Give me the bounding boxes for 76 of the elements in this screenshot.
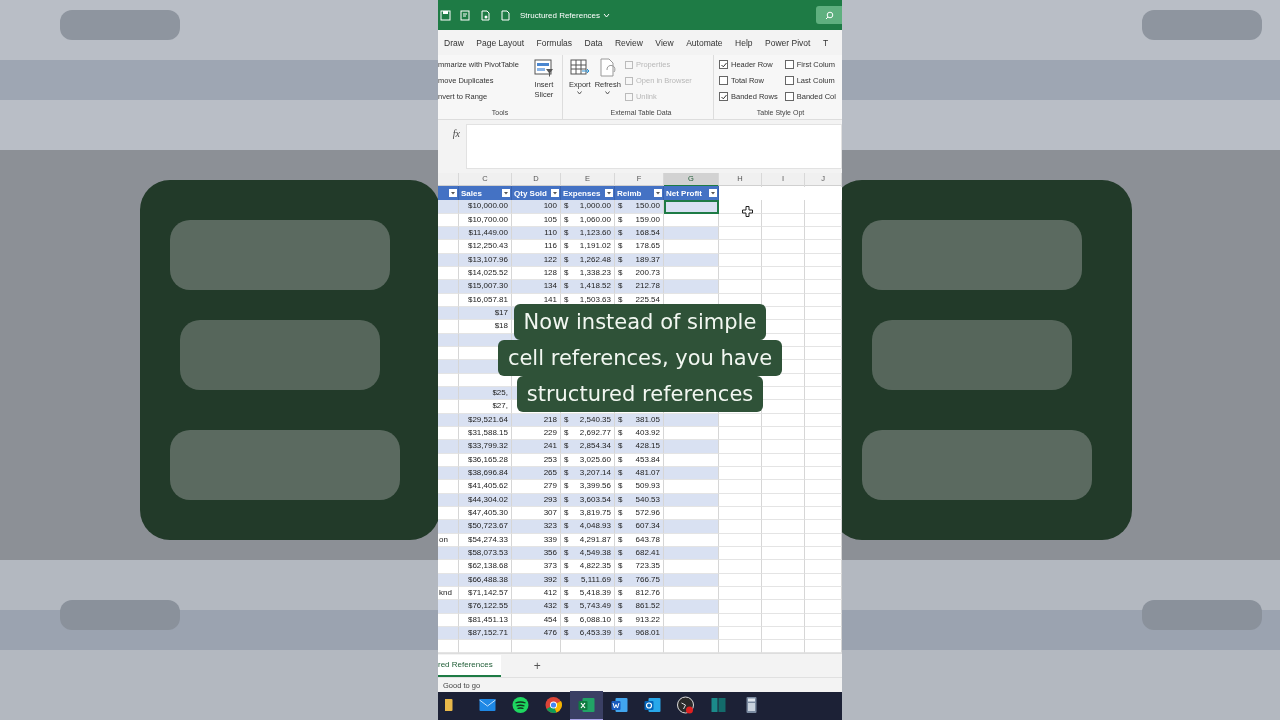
table-cell: $ 212.78 [615, 280, 664, 294]
ribbon-tab[interactable]: Automate [686, 37, 723, 48]
table-cell: 432 [512, 600, 561, 614]
table-cell: $ 3,603.54 [561, 494, 615, 507]
table-header-cell: Reimb [615, 186, 664, 200]
table-cell: 392 [512, 574, 561, 587]
table-cell: $ 189.37 [615, 254, 664, 267]
table-cell: $ 3,207.14 [561, 467, 615, 480]
table-cell: $29,521.64 [459, 414, 512, 427]
sheet-tab[interactable]: red References [438, 654, 501, 677]
table-cell: $ 607.34 [615, 520, 664, 534]
ribbon-tab[interactable]: Review [615, 37, 643, 48]
table-cell: 122 [512, 254, 561, 267]
ribbon-tab[interactable]: Page Layout [476, 37, 525, 48]
table-cell: $44,304.02 [459, 494, 512, 507]
table-cell: 293 [512, 494, 561, 507]
table-cell: $25, [459, 387, 512, 400]
table-cell: 356 [512, 547, 561, 560]
ribbon-tab[interactable]: Draw [444, 37, 464, 48]
table-cell: $ 381.05 [615, 414, 664, 427]
table-cell: $ 1,123.60 [561, 227, 615, 240]
table-cell: 241 [512, 440, 561, 454]
ribbon-tab[interactable]: Power Pivot [765, 37, 811, 48]
caption-toast: Now instead of simple [513, 304, 767, 340]
table-cell: 265 [512, 467, 561, 480]
table-cell: $15,007.30 [459, 280, 512, 294]
fx-label[interactable]: fx [438, 124, 460, 169]
table-cell: $ 168.54 [615, 227, 664, 240]
table-cell: $ 2,540.35 [561, 414, 615, 427]
table-cell: $87,152.71 [459, 627, 512, 640]
table-cell: 134 [512, 280, 561, 294]
ribbon-tab[interactable]: View [655, 37, 674, 48]
table-cell: $ 968.01 [615, 627, 664, 640]
table-cell: $ 5,111.69 [561, 574, 615, 587]
table-cell: $ 1,418.52 [561, 280, 615, 294]
table-cell: $50,723.67 [459, 520, 512, 534]
table-cell: $ 4,048.93 [561, 520, 615, 534]
table-header-cell: Net Profit [664, 186, 719, 200]
table-cell: $ 1,000.00 [561, 200, 615, 214]
table-cell: $ 2,854.34 [561, 440, 615, 454]
table-cell: $ 150.00 [615, 200, 664, 214]
table-cell: $ 481.07 [615, 467, 664, 480]
table-cell: 476 [512, 627, 561, 640]
table-cell: $ 1,262.48 [561, 254, 615, 267]
table-cell: $10,000.00 [459, 200, 512, 214]
table-cell: $ 5,743.49 [561, 600, 615, 614]
table-cell: 100 [512, 200, 561, 214]
table-cell: $ 6,453.39 [561, 627, 615, 640]
table-header-cell: Qty Sold [512, 186, 561, 200]
document-title[interactable]: Structured References [520, 10, 601, 20]
table-cell: $13,107.96 [459, 254, 512, 267]
table-header-cell: Expenses [561, 186, 615, 200]
table-cell: $58,073.53 [459, 547, 512, 560]
table-cell: 323 [512, 520, 561, 534]
table-cell: 218 [512, 414, 561, 427]
table-cell: $ 540.53 [615, 494, 664, 507]
table-cell: $ 766.75 [615, 574, 664, 587]
table-cell: 110 [512, 227, 561, 240]
table-cell: $33,799.32 [459, 440, 512, 454]
table-cell: $11,449.00 [459, 227, 512, 240]
ribbon-tab[interactable]: T [822, 37, 829, 48]
table-header-cell: Sales [459, 186, 512, 200]
table-cell: $ 428.15 [615, 440, 664, 454]
table-cell: $17 [459, 307, 512, 320]
caption-toast: cell references, you have [497, 340, 783, 376]
ribbon-tab[interactable]: Help [735, 37, 753, 48]
ribbon-tab[interactable]: Formulas [536, 37, 572, 48]
table-cell: $66,488.38 [459, 574, 512, 587]
table-cell: $76,122.55 [459, 600, 512, 614]
table-cell: $38,696.84 [459, 467, 512, 480]
add-sheet-button[interactable]: + [533, 658, 541, 673]
ribbon-tab[interactable]: Data [584, 37, 603, 48]
table-cell: $ 682.41 [615, 547, 664, 560]
caption-toast: structured references [516, 376, 764, 412]
table-cell: $ 4,549.38 [561, 547, 615, 560]
table-cell: $ 861.52 [615, 600, 664, 614]
